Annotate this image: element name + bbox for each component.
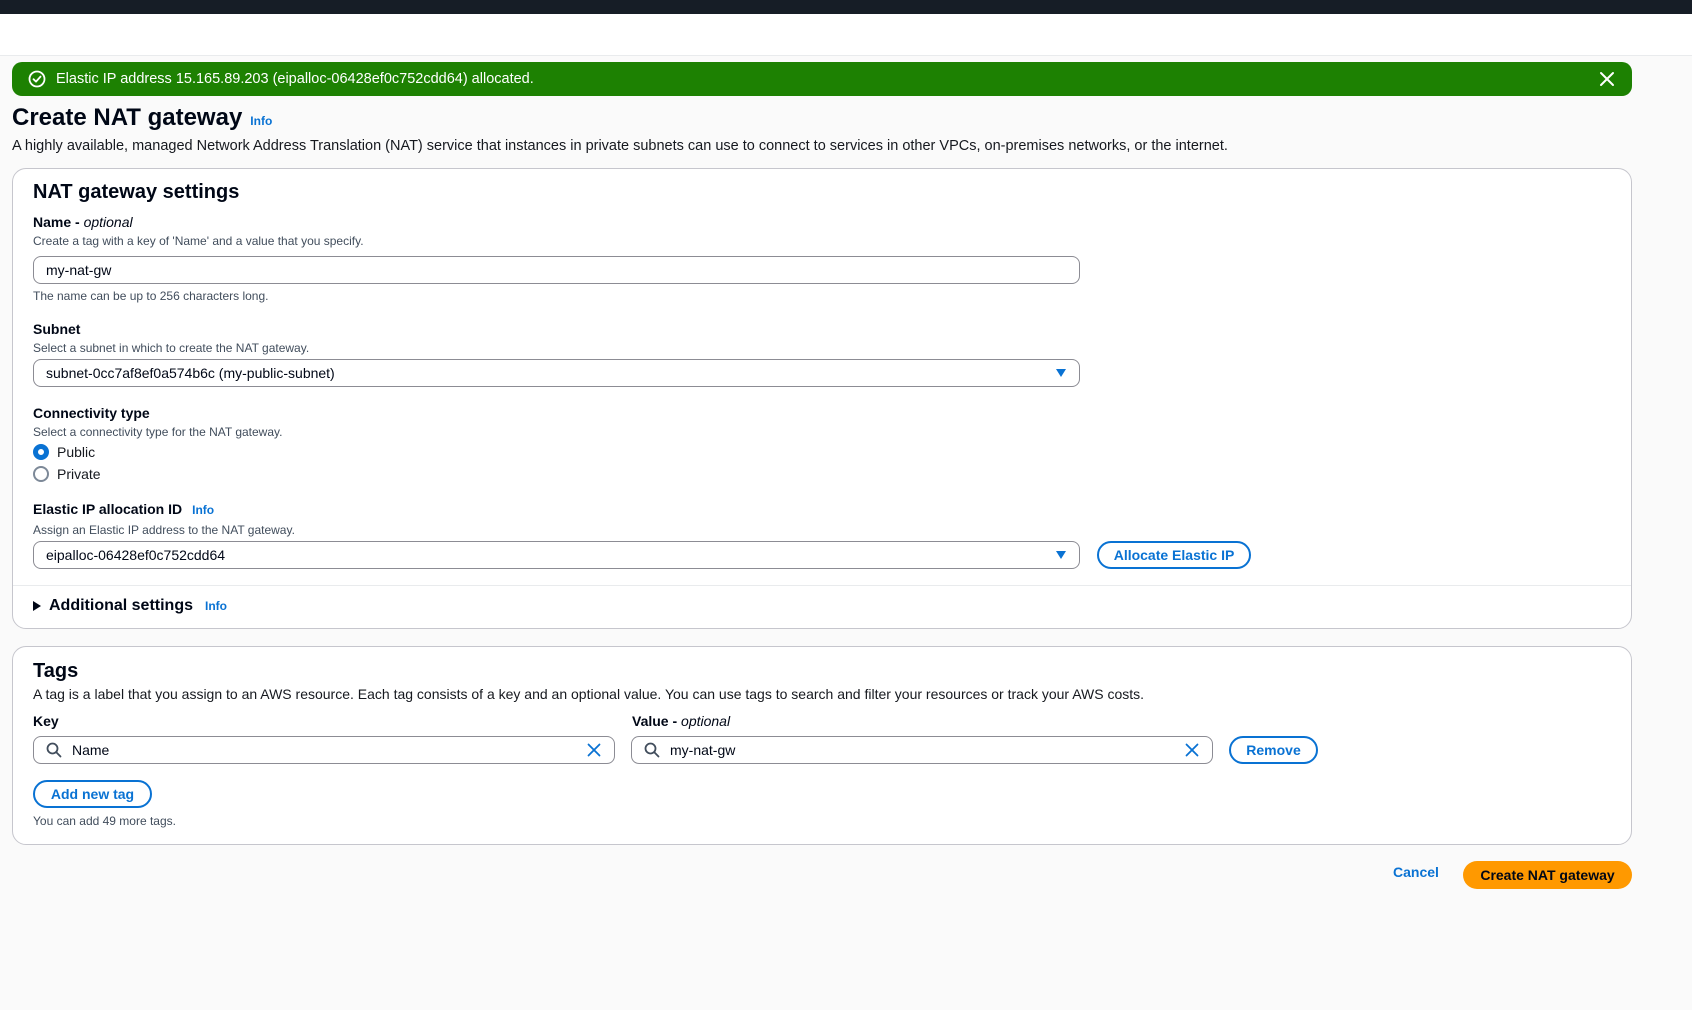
name-input-value: my-nat-gw [46,262,112,278]
tag-key-value: Name [72,742,110,758]
page-title: Create NAT gateway [12,104,243,131]
eip-select[interactable]: eipalloc-06428ef0c752cdd64 [33,541,1080,569]
subnet-select-value: subnet-0cc7af8ef0a574b6c (my-public-subn… [46,365,335,381]
additional-settings-expander[interactable]: Additional settings Info [33,597,227,615]
name-description: Create a tag with a key of 'Name' and a … [33,234,364,248]
search-icon [46,742,62,758]
tag-value-value: my-nat-gw [670,742,736,758]
subnet-select[interactable]: subnet-0cc7af8ef0a574b6c (my-public-subn… [33,359,1080,387]
radio-public-label: Public [57,444,96,460]
section-divider [13,585,1631,586]
connectivity-label: Connectivity type [33,405,150,421]
tag-key-label: Key [33,713,59,729]
tags-panel: Tags A tag is a label that you assign to… [12,646,1632,845]
allocate-elastic-ip-button[interactable]: Allocate Elastic IP [1097,541,1251,569]
remove-tag-button[interactable]: Remove [1229,736,1318,764]
subnet-label: Subnet [33,321,81,337]
success-check-icon [28,70,46,88]
add-new-tag-button[interactable]: Add new tag [33,780,152,808]
name-input[interactable]: my-nat-gw [33,256,1080,284]
name-label-text: Name - [33,214,84,230]
radio-private[interactable]: Private [33,466,101,482]
search-icon [644,742,660,758]
tag-value-label-text: Value - [632,713,682,729]
tag-value-input[interactable]: my-nat-gw [631,736,1213,764]
radio-public[interactable]: Public [33,444,95,460]
tags-description: A tag is a label that you assign to an A… [33,686,1145,702]
clear-icon[interactable] [1184,742,1200,758]
eip-info-link[interactable]: Info [192,503,214,517]
flash-message: Elastic IP address 15.165.89.203 (eipall… [56,71,534,87]
additional-settings-label: Additional settings [49,597,193,614]
create-nat-gateway-button[interactable]: Create NAT gateway [1463,861,1632,889]
tag-key-input[interactable]: Name [33,736,615,764]
tag-value-label: Value - optional [632,713,730,729]
page-header: Create NAT gateway Info [12,104,272,132]
additional-settings-info-link[interactable]: Info [205,599,227,613]
radio-private-label: Private [57,466,101,482]
close-icon[interactable] [1598,70,1616,88]
page-info-link[interactable]: Info [250,114,272,128]
settings-heading: NAT gateway settings [33,181,240,203]
success-flashbar: Elastic IP address 15.165.89.203 (eipall… [12,62,1632,96]
name-label: Name - optional [33,214,133,230]
top-navigation-bar [0,0,1692,14]
optional-marker: optional [83,214,133,230]
tag-limit-hint: You can add 49 more tags. [33,814,176,828]
caret-down-icon [1055,368,1067,378]
name-constraint-hint: The name can be up to 256 characters lon… [33,289,269,303]
radio-button-checked[interactable] [33,444,49,460]
breadcrumb-bar [0,14,1692,56]
optional-marker: optional [681,713,731,729]
caret-down-icon [1055,550,1067,560]
caret-right-icon [33,601,41,611]
clear-icon[interactable] [586,742,602,758]
cancel-button[interactable]: Cancel [1393,864,1439,880]
nat-gateway-settings-panel: NAT gateway settings Name - optional Cre… [12,168,1632,629]
radio-button-unchecked[interactable] [33,466,49,482]
eip-description: Assign an Elastic IP address to the NAT … [33,523,295,537]
eip-label-text: Elastic IP allocation ID [33,501,183,517]
subnet-description: Select a subnet in which to create the N… [33,341,310,355]
tags-heading: Tags [33,660,79,682]
eip-select-value: eipalloc-06428ef0c752cdd64 [46,547,226,563]
page-description: A highly available, managed Network Addr… [12,138,1228,154]
connectivity-description: Select a connectivity type for the NAT g… [33,425,283,439]
eip-label: Elastic IP allocation ID Info [33,501,214,517]
